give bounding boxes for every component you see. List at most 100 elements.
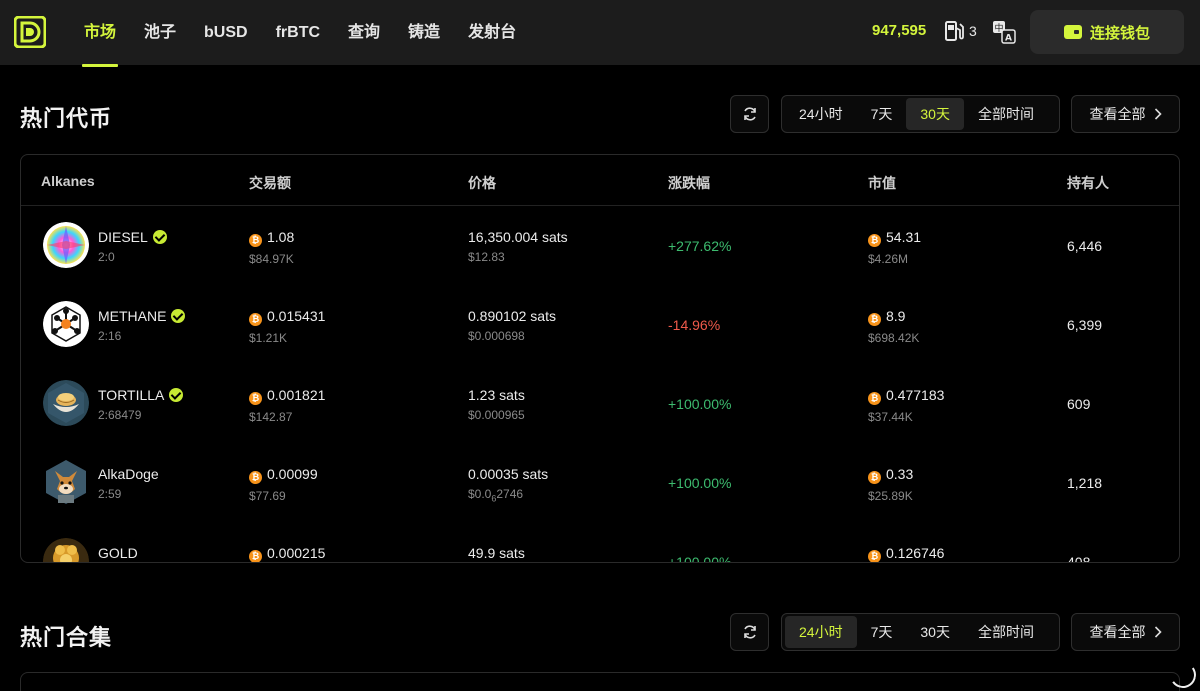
token-id: 2:59	[98, 487, 122, 501]
language-toggle-icon[interactable]: 中 A	[992, 20, 1016, 44]
market-cap-btc: 0.33	[886, 466, 914, 482]
token-name: AlkaDoge	[98, 466, 159, 482]
logo-icon[interactable]	[14, 16, 46, 48]
range-24h[interactable]: 24小时	[785, 616, 857, 648]
range-all-time[interactable]: 全部时间	[964, 98, 1048, 130]
price-sats: 0.00035 sats	[468, 466, 549, 482]
view-all-label: 查看全部	[1089, 624, 1146, 640]
token-name: METHANE	[98, 308, 167, 324]
nav-explorer[interactable]: 查询	[334, 0, 394, 65]
token-name: DIESEL	[98, 229, 148, 245]
fuel-pump-icon	[945, 21, 964, 41]
hot-tokens-range-tabs: 24小时 7天 30天 全部时间	[781, 95, 1060, 133]
nav-launchpad[interactable]: 发射台	[454, 0, 530, 65]
hot-collections-view-all-button[interactable]: 查看全部	[1071, 613, 1180, 651]
column-header-price[interactable]: 价格	[468, 173, 496, 193]
table-row[interactable]: AlkaDoge 2:59 ₿ 0.00099 $77.69 0.00035 sa…	[21, 443, 1179, 522]
hot-tokens-table: Alkanes 交易额 价格 涨跌幅 市值 持有人 DIESEL 2:0 ₿ 1…	[20, 154, 1180, 563]
column-header-market-cap[interactable]: 市值	[868, 173, 896, 193]
doge-icon	[46, 460, 86, 504]
token-id: 2:0	[98, 250, 115, 264]
range-7d[interactable]: 7天	[857, 98, 907, 130]
nav-busd[interactable]: bUSD	[190, 0, 262, 65]
volume-btc: 0.00099	[267, 466, 318, 482]
column-header-alkanes[interactable]: Alkanes	[41, 173, 95, 189]
nav-mint[interactable]: 铸造	[394, 0, 454, 65]
price-sats: 16,350.004 sats	[468, 229, 568, 245]
token-id: 2:68479	[98, 408, 142, 422]
range-24h[interactable]: 24小时	[785, 98, 857, 130]
svg-text:A: A	[1005, 34, 1012, 44]
gold-icon	[43, 538, 89, 562]
range-all-time[interactable]: 全部时间	[964, 616, 1048, 648]
token-id: 2:16	[98, 329, 122, 343]
verified-badge-icon	[152, 230, 167, 244]
holders-count: 6,399	[1067, 317, 1103, 333]
range-30d[interactable]: 30天	[906, 616, 964, 648]
price-usd-suffix: 2746	[496, 487, 524, 501]
bitcoin-icon: ₿	[868, 550, 881, 562]
market-cap-btc: 8.9	[886, 308, 906, 324]
hot-collections-table	[20, 672, 1180, 691]
view-all-label: 查看全部	[1089, 106, 1146, 122]
price-change: +100.00%	[668, 554, 732, 563]
connect-wallet-label: 连接钱包	[1089, 24, 1150, 42]
bitcoin-icon: ₿	[249, 550, 262, 562]
price-usd: $0.062746	[468, 487, 548, 503]
nav-pools[interactable]: 池子	[130, 0, 190, 65]
wallet-icon	[1063, 25, 1082, 39]
market-cap-usd: $37.44K	[868, 410, 913, 424]
volume-btc: 0.001821	[267, 387, 326, 403]
volume-usd: $1.21K	[249, 331, 288, 345]
table-row[interactable]: TORTILLA 2:68479 ₿ 0.001821 $142.87 1.23 …	[21, 364, 1179, 443]
table-row[interactable]: METHANE 2:16 ₿ 0.015431 $1.21K 0.890102 s…	[21, 285, 1179, 364]
bitcoin-icon: ₿	[868, 234, 881, 247]
price-usd: $12.83	[468, 250, 505, 264]
range-30d[interactable]: 30天	[906, 98, 964, 130]
table-row[interactable]: DIESEL 2:0 ₿ 1.08 $84.97K 16,350.004 sats…	[21, 206, 1179, 285]
nav-market[interactable]: 市场	[70, 0, 130, 67]
table-header: Alkanes 交易额 价格 涨跌幅 市值 持有人	[21, 155, 1179, 206]
verified-badge-icon	[171, 309, 186, 323]
market-cap-usd: $4.26M	[868, 252, 909, 266]
hot-tokens-title: 热门代币	[20, 106, 113, 131]
hot-tokens-view-all-button[interactable]: 查看全部	[1071, 95, 1180, 133]
methane-icon	[43, 301, 89, 347]
connect-wallet-button[interactable]: 连接钱包	[1030, 10, 1184, 54]
chevron-right-icon	[1154, 108, 1162, 120]
holders-count: 1,218	[1067, 475, 1103, 491]
bitcoin-icon: ₿	[249, 471, 262, 484]
hot-tokens-refresh-button[interactable]	[730, 95, 769, 133]
price-sats: 1.23 sats	[468, 387, 525, 403]
price-change: +100.00%	[668, 475, 732, 491]
bitcoin-icon: ₿	[868, 313, 881, 326]
price-sats: 49.9 sats	[468, 545, 525, 561]
bitcoin-icon: ₿	[249, 392, 262, 405]
market-cap-btc: 0.126746	[886, 545, 945, 561]
hot-collections-title: 热门合集	[20, 625, 113, 650]
hot-collections-refresh-button[interactable]	[730, 613, 769, 651]
table-row[interactable]: GOLD ₿ 0.000215 49.9 sats +100.00% ₿ 0.126…	[21, 522, 1179, 563]
column-header-change[interactable]: 涨跌幅	[668, 173, 710, 193]
volume-usd: $142.87	[249, 410, 293, 424]
hot-collections-range-tabs: 24小时 7天 30天 全部时间	[781, 613, 1060, 651]
market-cap-usd: $25.89K	[868, 489, 913, 503]
bitcoin-icon: ₿	[249, 234, 262, 247]
price-change: +277.62%	[668, 238, 732, 254]
chevron-right-icon	[1154, 626, 1162, 638]
price-usd: $0.000965	[468, 408, 525, 422]
refresh-icon	[743, 107, 756, 121]
range-7d[interactable]: 7天	[857, 616, 907, 648]
market-cap-btc: 54.31	[886, 229, 922, 245]
verified-badge-icon	[169, 388, 184, 402]
price-usd-prefix: $0.0	[468, 487, 492, 501]
token-name: TORTILLA	[98, 387, 165, 403]
price-change: -14.96%	[668, 317, 721, 333]
column-header-holders[interactable]: 持有人	[1067, 173, 1109, 193]
tortilla-icon	[43, 380, 89, 426]
refresh-icon	[743, 625, 756, 639]
fuel-indicator[interactable]: 3	[944, 20, 977, 42]
column-header-volume[interactable]: 交易额	[249, 173, 291, 193]
nav-frbtc[interactable]: frBTC	[262, 0, 334, 65]
bitcoin-icon: ₿	[249, 313, 262, 326]
